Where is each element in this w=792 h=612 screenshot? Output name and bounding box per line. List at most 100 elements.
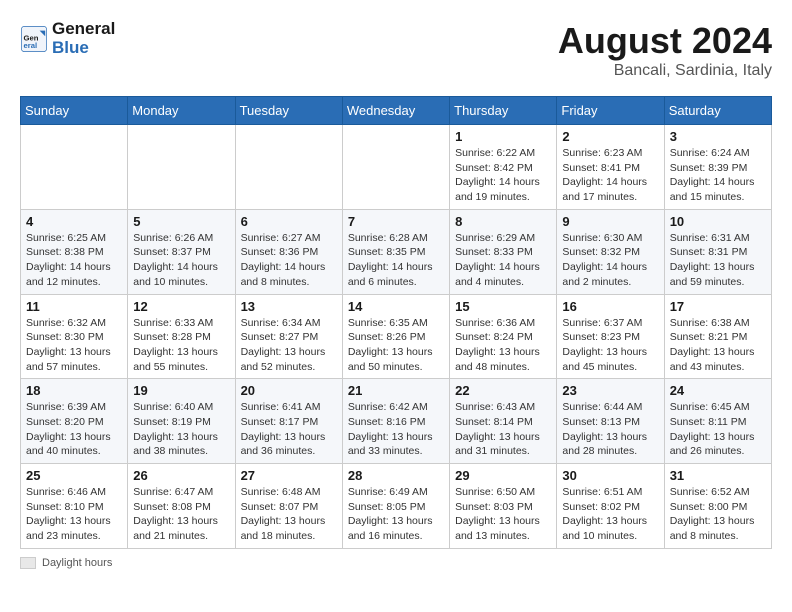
calendar-week-row: 18 Sunrise: 6:39 AMSunset: 8:20 PMDayligh… <box>21 379 772 464</box>
day-number: 14 <box>348 299 444 314</box>
day-of-week-header: Tuesday <box>235 97 342 125</box>
calendar-cell: 14 Sunrise: 6:35 AMSunset: 8:26 PMDayligh… <box>342 294 449 379</box>
day-number: 5 <box>133 214 229 229</box>
day-number: 26 <box>133 468 229 483</box>
day-of-week-header: Wednesday <box>342 97 449 125</box>
day-info: Sunrise: 6:32 AMSunset: 8:30 PMDaylight:… <box>26 316 122 375</box>
day-info: Sunrise: 6:30 AMSunset: 8:32 PMDaylight:… <box>562 231 658 290</box>
calendar-cell: 17 Sunrise: 6:38 AMSunset: 8:21 PMDayligh… <box>664 294 771 379</box>
day-number: 15 <box>455 299 551 314</box>
calendar-cell <box>235 125 342 210</box>
day-number: 9 <box>562 214 658 229</box>
calendar-cell: 5 Sunrise: 6:26 AMSunset: 8:37 PMDaylight… <box>128 209 235 294</box>
day-number: 4 <box>26 214 122 229</box>
day-number: 13 <box>241 299 337 314</box>
day-number: 30 <box>562 468 658 483</box>
calendar-cell <box>342 125 449 210</box>
day-number: 1 <box>455 129 551 144</box>
calendar-cell: 20Sunrise: 6:41 AMSunset: 8:17 PMDayligh… <box>235 379 342 464</box>
day-info: Sunrise: 6:38 AMSunset: 8:21 PMDaylight:… <box>670 316 766 375</box>
svg-text:eral: eral <box>24 41 38 50</box>
day-info: Sunrise: 6:48 AMSunset: 8:07 PMDaylight:… <box>241 485 337 544</box>
calendar-cell: 28Sunrise: 6:49 AMSunset: 8:05 PMDayligh… <box>342 464 449 549</box>
day-info: Sunrise: 6:51 AMSunset: 8:02 PMDaylight:… <box>562 485 658 544</box>
logo-icon: Gen eral <box>20 25 48 53</box>
calendar-cell: 12 Sunrise: 6:33 AMSunset: 8:28 PMDayligh… <box>128 294 235 379</box>
day-info: Sunrise: 6:44 AMSunset: 8:13 PMDaylight:… <box>562 400 658 459</box>
calendar-cell: 30 Sunrise: 6:51 AMSunset: 8:02 PMDayligh… <box>557 464 664 549</box>
calendar-cell: 16Sunrise: 6:37 AMSunset: 8:23 PMDayligh… <box>557 294 664 379</box>
logo-line2: Blue <box>52 39 115 58</box>
day-number: 19 <box>133 383 229 398</box>
logo-line1: General <box>52 20 115 39</box>
title-block: August 2024 Bancali, Sardinia, Italy <box>558 20 772 80</box>
day-info: Sunrise: 6:41 AMSunset: 8:17 PMDaylight:… <box>241 400 337 459</box>
calendar-week-row: 4Sunrise: 6:25 AMSunset: 8:38 PMDaylight… <box>21 209 772 294</box>
day-info: Sunrise: 6:52 AMSunset: 8:00 PMDaylight:… <box>670 485 766 544</box>
day-of-week-header: Friday <box>557 97 664 125</box>
calendar-cell: 13 Sunrise: 6:34 AMSunset: 8:27 PMDayligh… <box>235 294 342 379</box>
calendar-cell <box>128 125 235 210</box>
day-info: Sunrise: 6:43 AMSunset: 8:14 PMDaylight:… <box>455 400 551 459</box>
day-info: Sunrise: 6:36 AMSunset: 8:24 PMDaylight:… <box>455 316 551 375</box>
day-info: Sunrise: 6:33 AMSunset: 8:28 PMDaylight:… <box>133 316 229 375</box>
day-of-week-header: Saturday <box>664 97 771 125</box>
day-info: Sunrise: 6:26 AMSunset: 8:37 PMDaylight:… <box>133 231 229 290</box>
day-info: Sunrise: 6:22 AMSunset: 8:42 PMDaylight:… <box>455 146 551 205</box>
calendar-cell: 3 Sunrise: 6:24 AMSunset: 8:39 PMDaylight… <box>664 125 771 210</box>
day-number: 17 <box>670 299 766 314</box>
day-info: Sunrise: 6:47 AMSunset: 8:08 PMDaylight:… <box>133 485 229 544</box>
day-info: Sunrise: 6:29 AMSunset: 8:33 PMDaylight:… <box>455 231 551 290</box>
day-info: Sunrise: 6:35 AMSunset: 8:26 PMDaylight:… <box>348 316 444 375</box>
calendar-cell: 23 Sunrise: 6:44 AMSunset: 8:13 PMDayligh… <box>557 379 664 464</box>
calendar-cell: 21Sunrise: 6:42 AMSunset: 8:16 PMDayligh… <box>342 379 449 464</box>
day-info: Sunrise: 6:28 AMSunset: 8:35 PMDaylight:… <box>348 231 444 290</box>
calendar-cell: 7 Sunrise: 6:28 AMSunset: 8:35 PMDaylight… <box>342 209 449 294</box>
day-number: 25 <box>26 468 122 483</box>
calendar-header-row: SundayMondayTuesdayWednesdayThursdayFrid… <box>21 97 772 125</box>
calendar-cell: 2Sunrise: 6:23 AMSunset: 8:41 PMDaylight… <box>557 125 664 210</box>
calendar-cell: 26 Sunrise: 6:47 AMSunset: 8:08 PMDayligh… <box>128 464 235 549</box>
day-number: 23 <box>562 383 658 398</box>
calendar-cell: 27Sunrise: 6:48 AMSunset: 8:07 PMDayligh… <box>235 464 342 549</box>
day-number: 21 <box>348 383 444 398</box>
day-number: 10 <box>670 214 766 229</box>
day-info: Sunrise: 6:40 AMSunset: 8:19 PMDaylight:… <box>133 400 229 459</box>
calendar-cell: 1 Sunrise: 6:22 AMSunset: 8:42 PMDaylight… <box>450 125 557 210</box>
calendar-week-row: 1 Sunrise: 6:22 AMSunset: 8:42 PMDaylight… <box>21 125 772 210</box>
day-number: 7 <box>348 214 444 229</box>
location-subtitle: Bancali, Sardinia, Italy <box>558 62 772 80</box>
calendar-cell <box>21 125 128 210</box>
day-number: 3 <box>670 129 766 144</box>
calendar-cell: 22Sunrise: 6:43 AMSunset: 8:14 PMDayligh… <box>450 379 557 464</box>
calendar-cell: 9 Sunrise: 6:30 AMSunset: 8:32 PMDaylight… <box>557 209 664 294</box>
calendar-cell: 4Sunrise: 6:25 AMSunset: 8:38 PMDaylight… <box>21 209 128 294</box>
day-number: 16 <box>562 299 658 314</box>
day-of-week-header: Thursday <box>450 97 557 125</box>
day-info: Sunrise: 6:24 AMSunset: 8:39 PMDaylight:… <box>670 146 766 205</box>
day-number: 18 <box>26 383 122 398</box>
day-info: Sunrise: 6:46 AMSunset: 8:10 PMDaylight:… <box>26 485 122 544</box>
calendar-cell: 31 Sunrise: 6:52 AMSunset: 8:00 PMDayligh… <box>664 464 771 549</box>
logo: Gen eral General Blue <box>20 20 115 57</box>
month-year-title: August 2024 <box>558 20 772 62</box>
day-number: 12 <box>133 299 229 314</box>
calendar-cell: 25 Sunrise: 6:46 AMSunset: 8:10 PMDayligh… <box>21 464 128 549</box>
calendar-cell: 29Sunrise: 6:50 AMSunset: 8:03 PMDayligh… <box>450 464 557 549</box>
day-info: Sunrise: 6:31 AMSunset: 8:31 PMDaylight:… <box>670 231 766 290</box>
day-number: 24 <box>670 383 766 398</box>
day-info: Sunrise: 6:50 AMSunset: 8:03 PMDaylight:… <box>455 485 551 544</box>
calendar-cell: 11Sunrise: 6:32 AMSunset: 8:30 PMDayligh… <box>21 294 128 379</box>
day-info: Sunrise: 6:34 AMSunset: 8:27 PMDaylight:… <box>241 316 337 375</box>
legend: Daylight hours <box>20 557 772 569</box>
day-info: Sunrise: 6:23 AMSunset: 8:41 PMDaylight:… <box>562 146 658 205</box>
calendar-cell: 6Sunrise: 6:27 AMSunset: 8:36 PMDaylight… <box>235 209 342 294</box>
calendar-week-row: 11Sunrise: 6:32 AMSunset: 8:30 PMDayligh… <box>21 294 772 379</box>
calendar-cell: 15 Sunrise: 6:36 AMSunset: 8:24 PMDayligh… <box>450 294 557 379</box>
day-info: Sunrise: 6:45 AMSunset: 8:11 PMDaylight:… <box>670 400 766 459</box>
legend-label: Daylight hours <box>42 557 112 569</box>
calendar-cell: 10 Sunrise: 6:31 AMSunset: 8:31 PMDayligh… <box>664 209 771 294</box>
day-number: 31 <box>670 468 766 483</box>
day-info: Sunrise: 6:39 AMSunset: 8:20 PMDaylight:… <box>26 400 122 459</box>
legend-box <box>20 557 36 569</box>
